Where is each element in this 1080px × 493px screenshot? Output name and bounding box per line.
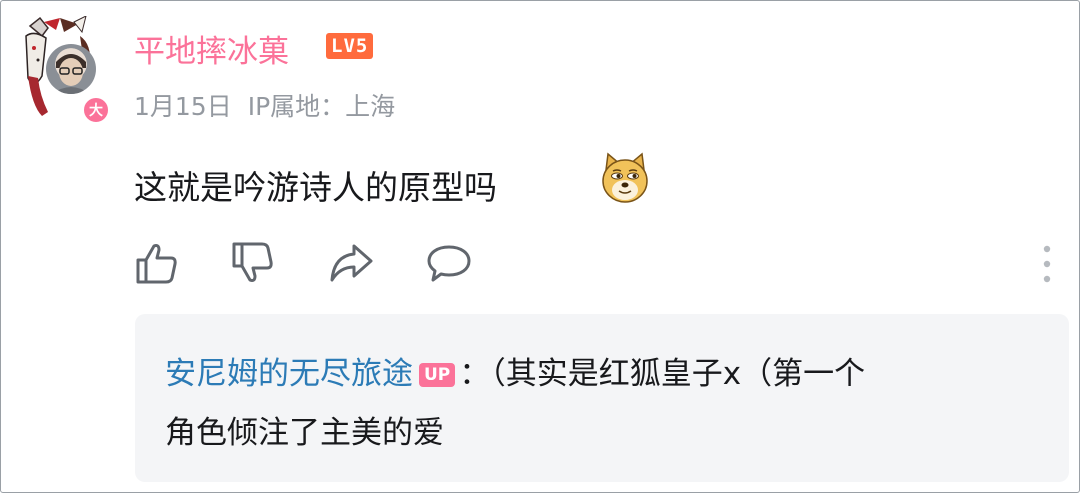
comment-username[interactable]: 平地摔冰菓 — [134, 26, 289, 71]
ip-location: IP属地：上海 — [247, 92, 396, 121]
level-badge: LV5 — [326, 33, 374, 59]
reply-text-continued: 角色倾注了主美的爱 — [165, 415, 444, 451]
avatar-status-badge: 大 — [82, 96, 110, 124]
up-badge: UP — [419, 363, 456, 387]
more-vertical-icon[interactable] — [1036, 244, 1058, 284]
thumbs-down-icon[interactable] — [230, 240, 276, 286]
avatar-photo — [46, 44, 96, 94]
reply-preview[interactable]: 安尼姆的无尽旅途 UP ：（其实是红狐皇子x（第一个 角色倾注了主美的爱 — [135, 314, 1069, 482]
reply-line: 安尼姆的无尽旅途 UP ：（其实是红狐皇子x（第一个 — [165, 348, 865, 393]
share-icon[interactable] — [328, 240, 374, 286]
doge-emoji-icon — [602, 152, 648, 203]
comment-bubble-icon[interactable] — [426, 240, 472, 286]
avatar[interactable]: 大 — [20, 16, 110, 124]
comment-date: 1月15日 — [134, 92, 232, 121]
reply-username[interactable]: 安尼姆的无尽旅途 — [165, 356, 413, 392]
reply-text: ：（其实是红狐皇子x（第一个 — [459, 356, 866, 392]
comment-meta: 1月15日 IP属地：上海 — [134, 87, 395, 123]
thumbs-up-icon[interactable] — [134, 240, 180, 286]
comment-text: 这就是吟游诗人的原型吗 — [134, 168, 497, 207]
